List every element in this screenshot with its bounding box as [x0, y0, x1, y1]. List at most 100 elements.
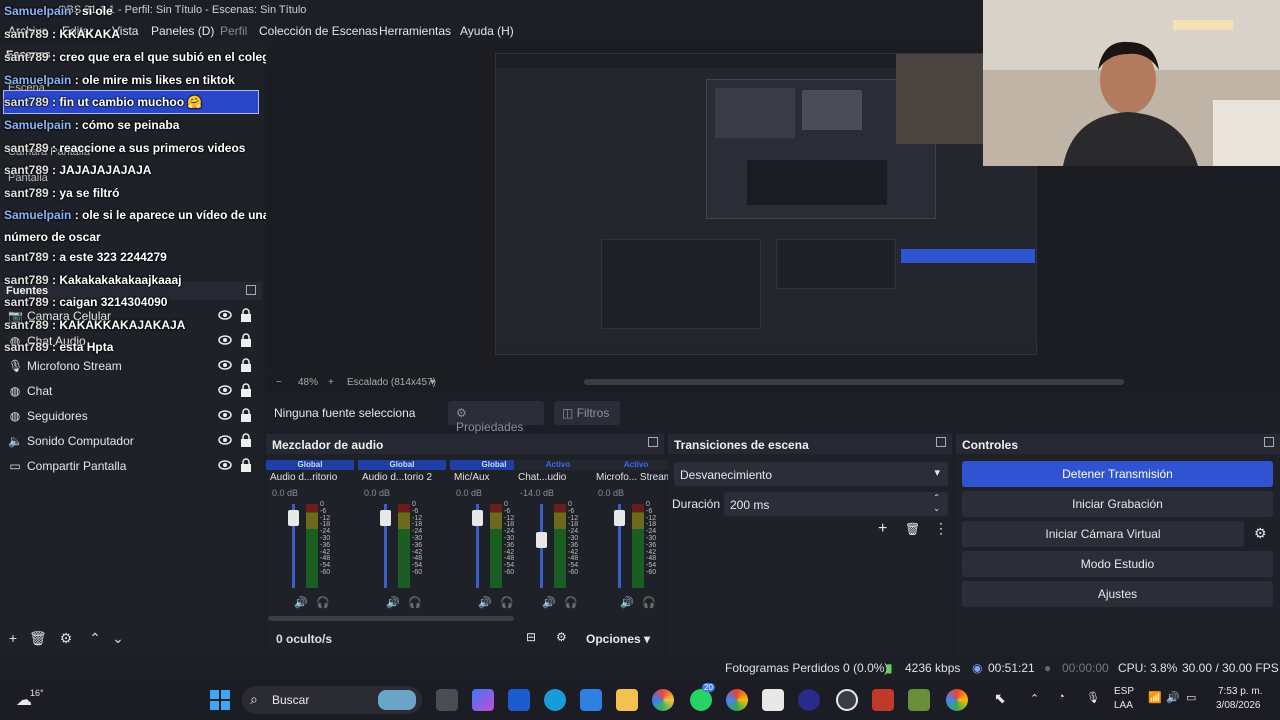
volume-slider-knob[interactable] [288, 510, 299, 526]
trash-icon[interactable]: 🗑 [29, 630, 47, 646]
minecraft-icon[interactable] [908, 689, 930, 711]
channel-name[interactable]: Audio d...torio 2 [362, 472, 432, 483]
scaling-label[interactable]: Escalado (814x457) [347, 377, 436, 388]
whatsapp-icon[interactable] [690, 689, 712, 711]
clock-time[interactable]: 7:53 p. m. [1218, 686, 1262, 697]
monitor-icon[interactable]: 🎧 [408, 596, 422, 609]
eye-icon[interactable] [218, 459, 232, 471]
app-icon[interactable] [652, 689, 674, 711]
properties-button[interactable]: ⚙ Propiedades [448, 401, 544, 434]
lock-icon[interactable] [240, 408, 252, 422]
chrome-icon[interactable] [726, 689, 748, 711]
channel-name[interactable]: Chat...udio [518, 472, 566, 483]
gear-icon[interactable]: ⚙ [1254, 525, 1267, 542]
channel-name[interactable]: Audio d...ritorio [270, 472, 337, 483]
stream-time: 00:51:21 [988, 661, 1035, 675]
undock-icon[interactable] [936, 437, 946, 447]
monitor-icon[interactable]: 🎧 [316, 596, 330, 609]
trash-icon[interactable]: 🗑 [905, 522, 920, 536]
dropped-frames: Fotogramas Perdidos 0 (0.0%) [725, 661, 889, 675]
add-icon[interactable]: + [878, 520, 887, 538]
battery-icon[interactable]: ▭ [1186, 691, 1196, 704]
hidden-count: 0 oculto/s [276, 632, 333, 646]
volume-icon[interactable]: 🔊 [478, 596, 492, 609]
language-label[interactable]: ESP [1114, 686, 1134, 697]
chevron-down-icon[interactable]: ▾ [430, 377, 435, 388]
lock-icon[interactable] [240, 358, 252, 372]
monitor-icon[interactable]: 🎧 [642, 596, 656, 609]
settings-button[interactable]: Ajustes [962, 581, 1273, 607]
channel-name[interactable]: Microfo... Stream [596, 472, 672, 483]
zoom-in-icon[interactable]: + [328, 377, 334, 388]
source-row[interactable]: ◍ Seguidores [0, 403, 262, 428]
mixer-scrollbar[interactable] [268, 616, 514, 621]
speaker-icon[interactable]: 🔊 [1166, 691, 1180, 704]
capcut-icon[interactable] [762, 689, 784, 711]
chevron-down-icon[interactable]: ⌄ [110, 630, 126, 646]
task-view-icon[interactable] [436, 689, 458, 711]
studio-mode-button[interactable]: Modo Estudio [962, 551, 1273, 577]
volume-slider-knob[interactable] [536, 532, 547, 548]
lock-icon[interactable] [240, 383, 252, 397]
add-icon[interactable]: + [5, 630, 21, 646]
lock-icon[interactable] [240, 433, 252, 447]
zoom-out-icon[interactable]: − [276, 377, 282, 388]
chrome-icon[interactable] [946, 689, 968, 711]
source-row[interactable]: 🔈 Sonido Computador [0, 428, 262, 453]
taskbar-search[interactable]: ⌕ Buscar [242, 686, 422, 714]
record-time: 00:00:00 [1062, 661, 1109, 675]
dropbox-icon[interactable] [508, 689, 530, 711]
source-row[interactable]: ▭ Compartir Pantalla [0, 453, 262, 478]
edge-icon[interactable] [544, 689, 566, 711]
monitor-icon[interactable]: 🎧 [500, 596, 514, 609]
undock-icon[interactable] [1264, 437, 1274, 447]
filters-button[interactable]: ◫ Filtros [554, 401, 620, 425]
eye-icon[interactable] [218, 409, 232, 421]
store-icon[interactable] [580, 689, 602, 711]
eye-icon[interactable] [218, 384, 232, 396]
monitor-icon[interactable]: 🎧 [564, 596, 578, 609]
transition-select[interactable]: Desvanecimiento ▾ [674, 462, 948, 486]
app-icon[interactable] [798, 689, 820, 711]
channel-tag: Global [358, 460, 446, 470]
windows-start-icon[interactable] [210, 690, 230, 710]
horizontal-scrollbar[interactable] [584, 379, 1124, 385]
fps-readout: 30.00 / 30.00 FPS [1182, 661, 1279, 675]
more-icon[interactable]: ⋮ [934, 520, 948, 537]
microphone-icon[interactable]: 🎙 [1086, 691, 1100, 704]
source-label: Seguidores [27, 409, 88, 423]
tray-icon[interactable]: ◔ [1058, 691, 1065, 703]
eye-icon[interactable] [218, 434, 232, 446]
volume-icon[interactable]: 🔊 [294, 596, 308, 609]
volume-icon[interactable]: 🔊 [386, 596, 400, 609]
chat-message: Samuelpain : cómo se peinaba [4, 118, 179, 132]
volume-icon[interactable]: 🔊 [620, 596, 634, 609]
source-row[interactable]: ◍ Chat [0, 378, 262, 403]
stop-stream-button[interactable]: Detener Transmisión [962, 461, 1273, 487]
volume-slider-knob[interactable] [614, 510, 625, 526]
options-button[interactable]: Opciones ▾ [586, 632, 650, 646]
chat-message: sant789 : reaccione a sus primeros video… [4, 141, 245, 155]
audio-mixer-dock: Mezclador de audio Global Audio d...ritor… [266, 434, 680, 654]
volume-slider-knob[interactable] [380, 510, 391, 526]
duration-input[interactable]: 200 ms ⌃ ⌄ [724, 492, 948, 516]
obs-icon[interactable] [836, 689, 858, 711]
volume-slider-knob[interactable] [472, 510, 483, 526]
copilot-icon[interactable] [472, 689, 494, 711]
gear-icon[interactable]: ⚙ [58, 630, 74, 646]
stepper-icon[interactable]: ⌃ ⌄ [933, 492, 940, 514]
mixer-settings-icon[interactable]: ⚙ [556, 630, 567, 644]
volume-icon[interactable]: 🔊 [542, 596, 556, 609]
menu-ayuda[interactable]: Ayuda (H) [460, 24, 514, 38]
wifi-icon[interactable]: 📶 [1148, 691, 1162, 704]
lock-icon[interactable] [240, 458, 252, 472]
folder-icon[interactable] [616, 689, 638, 711]
chevron-up-icon[interactable]: ⌃ [1030, 692, 1039, 705]
channel-name[interactable]: Mic/Aux [454, 472, 490, 483]
chevron-up-icon[interactable]: ⌃ [87, 630, 103, 646]
start-recording-button[interactable]: Iniciar Grabación [962, 491, 1273, 517]
app-icon[interactable] [872, 689, 894, 711]
mixer-layout-icon[interactable]: ⊟ [526, 630, 536, 644]
virtual-cam-button[interactable]: Iniciar Cámara Virtual [962, 521, 1244, 547]
eye-icon[interactable] [218, 359, 232, 371]
